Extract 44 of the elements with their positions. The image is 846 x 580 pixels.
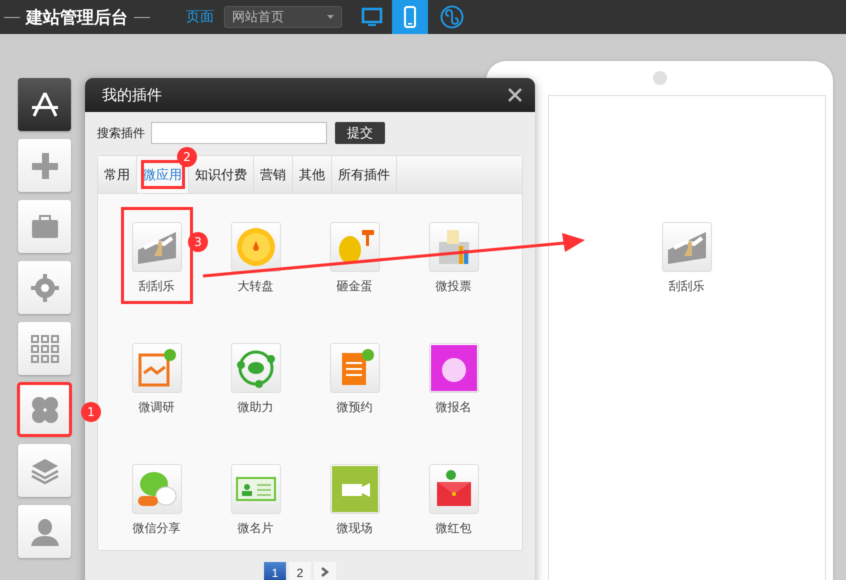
submit-button[interactable]: 提交 — [335, 122, 385, 144]
plugin-item[interactable]: 微助力 — [220, 329, 290, 424]
page-label: 页面 — [186, 8, 214, 26]
category-tab[interactable]: 所有插件 — [332, 156, 397, 193]
monitor-icon — [361, 6, 383, 28]
plugin-item[interactable]: 微报名 — [418, 329, 488, 424]
plugin-item[interactable]: 微红包 — [418, 450, 488, 545]
plugin-item[interactable]: 大转盘 — [220, 208, 290, 303]
search-field[interactable] — [151, 122, 327, 144]
close-icon — [507, 87, 523, 103]
step-badge: 1 — [81, 402, 101, 422]
page-select[interactable]: 网站首页 — [224, 6, 342, 28]
category-tab[interactable]: 其他 — [293, 156, 332, 193]
camera-dot — [652, 71, 666, 85]
caret-icon — [327, 15, 334, 19]
preview-plugin-name: 刮刮乐 — [668, 278, 704, 295]
plugin-item[interactable]: 微信分享 — [122, 450, 192, 545]
plugin-item[interactable]: 微调研 — [122, 329, 192, 424]
close-button[interactable] — [507, 87, 523, 103]
page-button[interactable]: 2 — [289, 562, 311, 580]
plugin-item[interactable]: 微名片 — [220, 450, 290, 545]
page-button[interactable]: 1 — [264, 562, 286, 580]
search-label: 搜索插件 — [97, 124, 145, 142]
chevron-right-icon — [320, 567, 330, 577]
app-title: 建站管理后台 — [26, 6, 128, 28]
app-store-icon — [30, 90, 60, 120]
sidebar-button[interactable] — [18, 78, 71, 131]
user-icon — [30, 516, 60, 546]
plus-icon — [30, 150, 60, 180]
plugin-item[interactable]: 微投票 — [418, 208, 488, 303]
grid-icon — [30, 334, 60, 364]
plugin-item[interactable]: 砸金蛋 — [320, 208, 390, 303]
category-tab[interactable]: 营销 — [254, 156, 293, 193]
plugin-item[interactable]: 微现场 — [320, 450, 390, 545]
step-badge: 3 — [188, 232, 208, 252]
step-badge: 2 — [177, 147, 197, 167]
plugin-item[interactable]: 微预约 — [320, 329, 390, 424]
device-button[interactable] — [392, 0, 428, 34]
link-circle-icon — [440, 5, 464, 29]
signup-icon — [430, 345, 476, 391]
video-camera-icon — [332, 466, 378, 512]
dialog-title: 我的插件 — [102, 86, 162, 104]
four-petal-icon — [30, 394, 60, 424]
next-page-button[interactable] — [314, 562, 336, 580]
